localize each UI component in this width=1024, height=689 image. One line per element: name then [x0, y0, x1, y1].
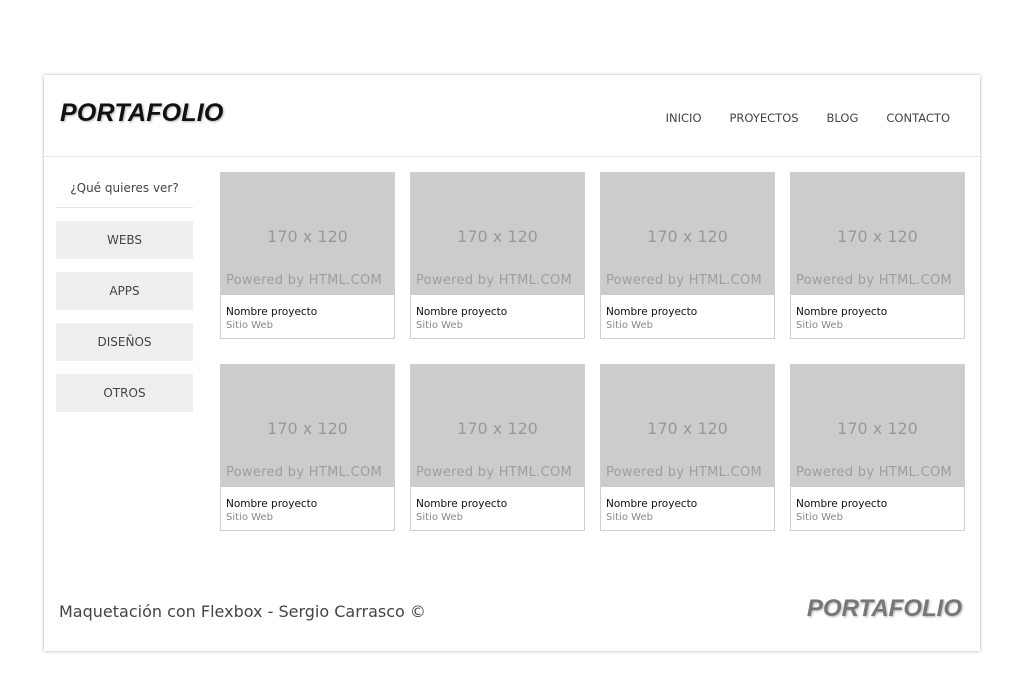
project-thumbnail: 170 x 120 Powered by HTML.COM — [221, 173, 394, 295]
footer-credits: Maquetación con Flexbox - Sergio Carrasc… — [59, 602, 426, 621]
project-thumbnail: 170 x 120 Powered by HTML.COM — [411, 173, 584, 295]
site-header: PORTAFOLIO INICIO PROYECTOS BLOG CONTACT… — [44, 75, 980, 157]
project-type: Sitio Web — [606, 512, 653, 523]
filter-otros-button[interactable]: OTROS — [56, 374, 193, 412]
project-thumbnail: 170 x 120 Powered by HTML.COM — [791, 365, 964, 487]
project-type: Sitio Web — [226, 512, 273, 523]
project-name: Nombre proyecto — [226, 498, 318, 510]
project-card[interactable]: 170 x 120 Powered by HTML.COM Nombre pro… — [790, 364, 965, 531]
thumbnail-caption: Powered by HTML.COM — [226, 273, 383, 288]
project-name: Nombre proyecto — [606, 306, 698, 318]
project-card[interactable]: 170 x 120 Powered by HTML.COM Nombre pro… — [790, 172, 965, 339]
thumbnail-size-label: 170 x 120 — [457, 419, 538, 438]
thumbnail-size-label: 170 x 120 — [647, 419, 728, 438]
project-name: Nombre proyecto — [796, 306, 888, 318]
main-nav: INICIO PROYECTOS BLOG CONTACTO — [638, 111, 950, 125]
project-thumbnail: 170 x 120 Powered by HTML.COM — [601, 365, 774, 487]
project-name: Nombre proyecto — [416, 306, 508, 318]
project-name: Nombre proyecto — [226, 306, 318, 318]
project-type: Sitio Web — [416, 320, 463, 331]
thumbnail-caption: Powered by HTML.COM — [796, 465, 953, 480]
nav-proyectos[interactable]: PROYECTOS — [730, 111, 799, 125]
nav-blog[interactable]: BLOG — [827, 111, 859, 125]
project-name: Nombre proyecto — [606, 498, 698, 510]
project-type: Sitio Web — [606, 320, 653, 331]
project-type: Sitio Web — [416, 512, 463, 523]
nav-inicio[interactable]: INICIO — [666, 111, 702, 125]
project-thumbnail: 170 x 120 Powered by HTML.COM — [221, 365, 394, 487]
thumbnail-caption: Powered by HTML.COM — [796, 273, 953, 288]
thumbnail-caption: Powered by HTML.COM — [606, 273, 763, 288]
thumbnail-caption: Powered by HTML.COM — [416, 465, 573, 480]
project-card[interactable]: 170 x 120 Powered by HTML.COM Nombre pro… — [410, 364, 585, 531]
filter-disenos-button[interactable]: DISEÑOS — [56, 323, 193, 361]
project-card[interactable]: 170 x 120 Powered by HTML.COM Nombre pro… — [220, 172, 395, 339]
thumbnail-size-label: 170 x 120 — [267, 227, 348, 246]
filter-apps-button[interactable]: APPS — [56, 272, 193, 310]
thumbnail-caption: Powered by HTML.COM — [416, 273, 573, 288]
project-thumbnail: 170 x 120 Powered by HTML.COM — [601, 173, 774, 295]
thumbnail-caption: Powered by HTML.COM — [226, 465, 383, 480]
project-type: Sitio Web — [796, 320, 843, 331]
thumbnail-size-label: 170 x 120 — [837, 419, 918, 438]
project-card[interactable]: 170 x 120 Powered by HTML.COM Nombre pro… — [410, 172, 585, 339]
project-name: Nombre proyecto — [416, 498, 508, 510]
nav-contacto[interactable]: CONTACTO — [886, 111, 950, 125]
page-container: PORTAFOLIO INICIO PROYECTOS BLOG CONTACT… — [44, 75, 980, 651]
project-type: Sitio Web — [796, 512, 843, 523]
sidebar-title: ¿Qué quieres ver? — [56, 169, 193, 208]
thumbnail-size-label: 170 x 120 — [267, 419, 348, 438]
filter-sidebar: ¿Qué quieres ver? WEBS APPS DISEÑOS OTRO… — [56, 172, 193, 412]
thumbnail-size-label: 170 x 120 — [457, 227, 538, 246]
project-type: Sitio Web — [226, 320, 273, 331]
footer-logo[interactable]: PORTAFOLIO — [807, 595, 962, 623]
project-card[interactable]: 170 x 120 Powered by HTML.COM Nombre pro… — [600, 364, 775, 531]
project-card[interactable]: 170 x 120 Powered by HTML.COM Nombre pro… — [600, 172, 775, 339]
project-thumbnail: 170 x 120 Powered by HTML.COM — [411, 365, 584, 487]
thumbnail-caption: Powered by HTML.COM — [606, 465, 763, 480]
project-name: Nombre proyecto — [796, 498, 888, 510]
project-thumbnail: 170 x 120 Powered by HTML.COM — [791, 173, 964, 295]
site-logo[interactable]: PORTAFOLIO — [60, 99, 224, 128]
filter-webs-button[interactable]: WEBS — [56, 221, 193, 259]
thumbnail-size-label: 170 x 120 — [647, 227, 728, 246]
thumbnail-size-label: 170 x 120 — [837, 227, 918, 246]
project-card[interactable]: 170 x 120 Powered by HTML.COM Nombre pro… — [220, 364, 395, 531]
